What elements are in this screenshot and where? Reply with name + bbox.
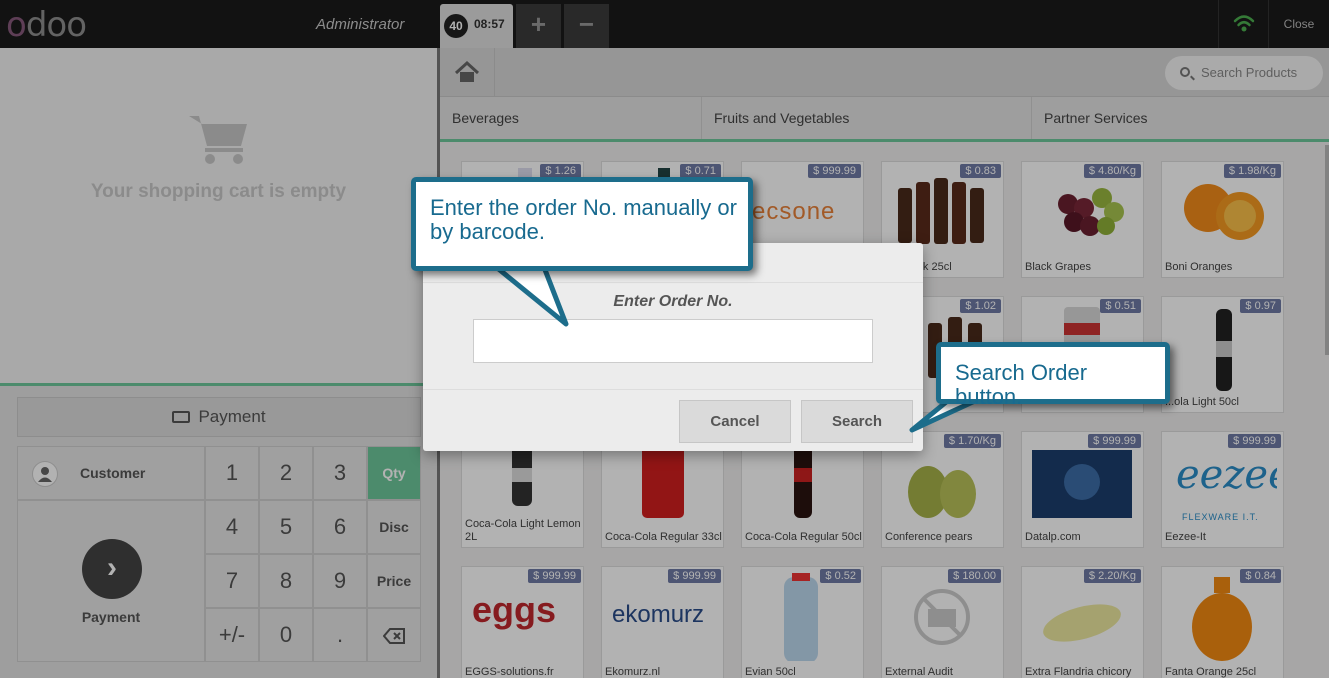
callout-pointer bbox=[487, 262, 569, 327]
order-input-callout: Enter the order No. manually or by barco… bbox=[411, 177, 753, 271]
search-button-callout: Search Order button. bbox=[936, 342, 1170, 409]
cancel-button[interactable]: Cancel bbox=[679, 400, 791, 443]
search-button[interactable]: Search bbox=[801, 400, 913, 443]
